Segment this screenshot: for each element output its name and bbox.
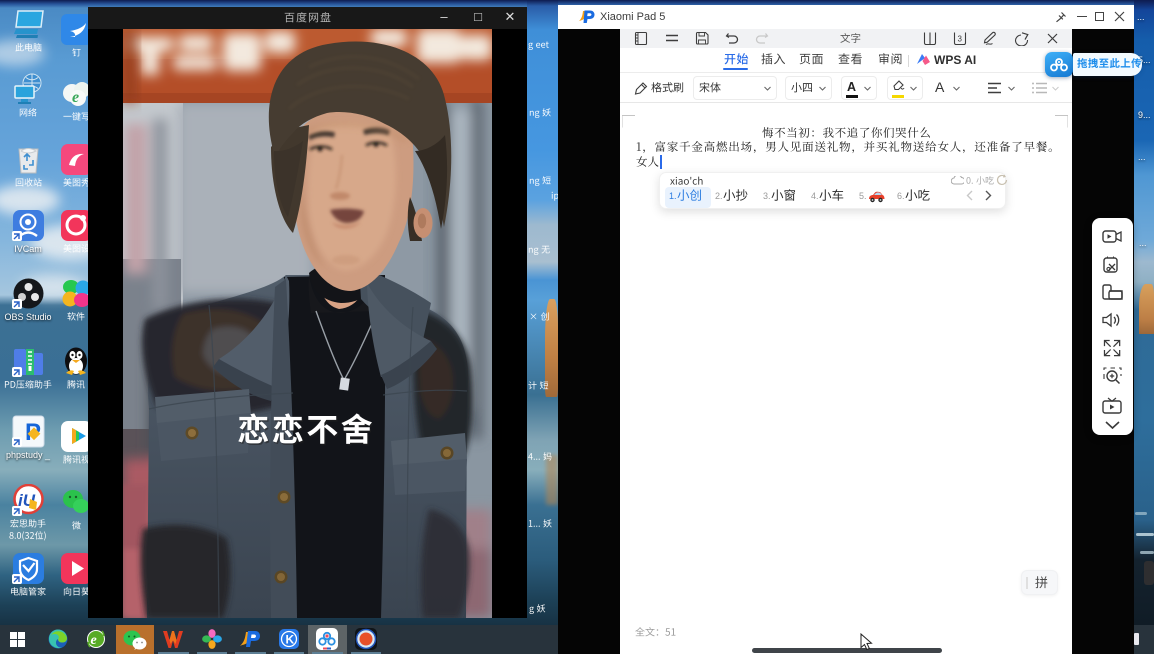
svg-text:e: e xyxy=(91,633,97,648)
svg-text:K: K xyxy=(285,633,294,647)
svg-text:3: 3 xyxy=(958,35,963,44)
svg-text:e: e xyxy=(72,89,79,106)
